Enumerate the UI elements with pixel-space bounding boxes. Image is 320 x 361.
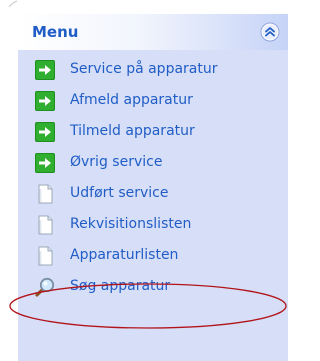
document-icon [38,215,53,235]
menu-item-label: Apparaturlisten [70,247,179,263]
document-icon [38,184,53,204]
menu-item-service-paa-apparatur[interactable]: Service på apparatur [18,54,288,85]
menu-item-soeg-apparatur[interactable]: Søg apparatur [18,271,288,302]
document-icon [38,246,53,266]
menu-item-label: Søg apparatur [70,278,171,294]
menu-item-label: Tilmeld apparatur [70,123,195,139]
menu-item-label: Udført service [70,185,169,201]
menu-item-label: Service på apparatur [70,61,218,77]
green-arrow-icon [35,122,55,142]
panel-title: Menu [32,23,79,41]
menu-item-tilmeld-apparatur[interactable]: Tilmeld apparatur [18,116,288,147]
menu-item-label: Øvrig service [70,154,163,170]
green-arrow-icon [35,91,55,111]
green-arrow-icon [35,153,55,173]
panel-header[interactable]: Menu [18,14,288,50]
menu-item-label: Rekvisitionslisten [70,216,192,232]
menu-item-label: Afmeld apparatur [70,92,193,108]
task-panel: Menu Service på apparatur Afmeld apparat… [18,14,288,361]
corner-mark [8,0,18,8]
search-icon [35,277,55,297]
menu-item-apparaturlisten[interactable]: Apparaturlisten [18,240,288,271]
chevron-double-up-icon[interactable] [260,22,280,42]
menu-list: Service på apparatur Afmeld apparatur Ti… [18,54,288,302]
menu-screenshot: Menu Service på apparatur Afmeld apparat… [0,0,288,361]
menu-item-rekvisitionslisten[interactable]: Rekvisitionslisten [18,209,288,240]
green-arrow-icon [35,60,55,80]
menu-item-udfoert-service[interactable]: Udført service [18,178,288,209]
menu-item-afmeld-apparatur[interactable]: Afmeld apparatur [18,85,288,116]
menu-item-oevrig-service[interactable]: Øvrig service [18,147,288,178]
